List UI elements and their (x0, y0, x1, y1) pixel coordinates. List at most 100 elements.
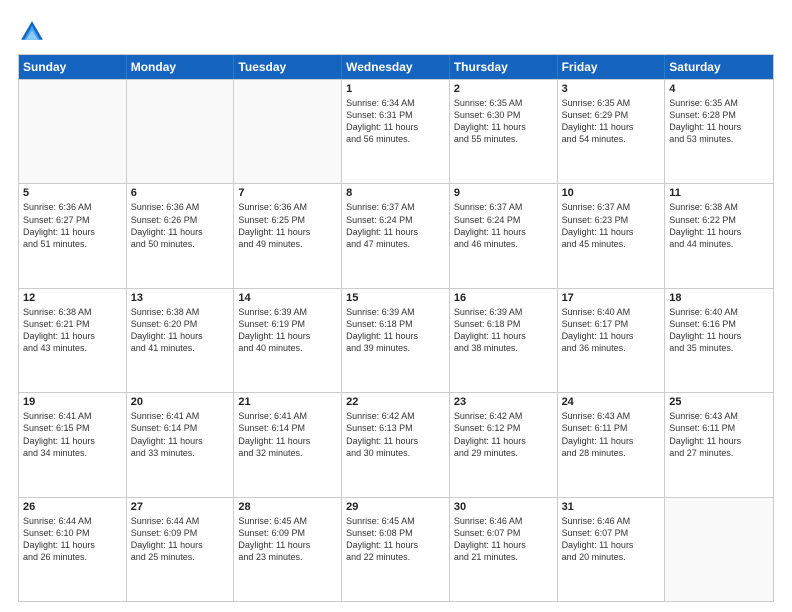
header (18, 18, 774, 46)
cell-info: Sunrise: 6:34 AM Sunset: 6:31 PM Dayligh… (346, 97, 445, 146)
calendar-cell: 4Sunrise: 6:35 AM Sunset: 6:28 PM Daylig… (665, 80, 773, 183)
cell-info: Sunrise: 6:35 AM Sunset: 6:30 PM Dayligh… (454, 97, 553, 146)
calendar-header: SundayMondayTuesdayWednesdayThursdayFrid… (19, 55, 773, 79)
calendar-body: 1 Sunrise: 6:34 AM Sunset: 6:31 PM Daylig… (19, 79, 773, 601)
calendar-cell: 17 Sunrise: 6:40 AM Sunset: 6:17 PM Dayli… (558, 289, 666, 392)
calendar-cell: 7Sunrise: 6:36 AM Sunset: 6:25 PM Daylig… (234, 184, 342, 287)
cell-info: Sunrise: 6:37 AM Sunset: 6:24 PM Dayligh… (346, 201, 445, 250)
day-number: 30 (454, 501, 553, 513)
weekday-header: Monday (127, 55, 235, 79)
logo (18, 18, 50, 46)
day-number: 7 (238, 187, 337, 199)
calendar-cell: 15 Sunrise: 6:39 AM Sunset: 6:18 PM Dayli… (342, 289, 450, 392)
day-number: 26 (23, 501, 122, 513)
calendar-cell: 10Sunrise: 6:37 AM Sunset: 6:23 PM Dayli… (558, 184, 666, 287)
calendar-cell: 26 Sunrise: 6:44 AM Sunset: 6:10 PM Dayli… (19, 498, 127, 601)
day-number: 1 (346, 83, 445, 95)
cell-info: Sunrise: 6:35 AM Sunset: 6:29 PM Dayligh… (562, 97, 661, 146)
cell-info: Sunrise: 6:36 AM Sunset: 6:27 PM Dayligh… (23, 201, 122, 250)
cell-info: Sunrise: 6:38 AM Sunset: 6:22 PM Dayligh… (669, 201, 769, 250)
calendar-cell: 21Sunrise: 6:41 AM Sunset: 6:14 PM Dayli… (234, 393, 342, 496)
day-number: 16 (454, 292, 553, 304)
page: SundayMondayTuesdayWednesdayThursdayFrid… (0, 0, 792, 612)
calendar-cell: 14Sunrise: 6:39 AM Sunset: 6:19 PM Dayli… (234, 289, 342, 392)
calendar-week: 1 Sunrise: 6:34 AM Sunset: 6:31 PM Daylig… (19, 79, 773, 183)
day-number: 11 (669, 187, 769, 199)
calendar-cell: 13 Sunrise: 6:38 AM Sunset: 6:20 PM Dayli… (127, 289, 235, 392)
cell-info: Sunrise: 6:38 AM Sunset: 6:21 PM Dayligh… (23, 306, 122, 355)
day-number: 9 (454, 187, 553, 199)
calendar-cell: 12 Sunrise: 6:38 AM Sunset: 6:21 PM Dayli… (19, 289, 127, 392)
weekday-header: Tuesday (234, 55, 342, 79)
cell-info: Sunrise: 6:42 AM Sunset: 6:13 PM Dayligh… (346, 410, 445, 459)
cell-info: Sunrise: 6:41 AM Sunset: 6:15 PM Dayligh… (23, 410, 122, 459)
calendar-cell: 24 Sunrise: 6:43 AM Sunset: 6:11 PM Dayli… (558, 393, 666, 496)
day-number: 23 (454, 396, 553, 408)
day-number: 15 (346, 292, 445, 304)
cell-info: Sunrise: 6:43 AM Sunset: 6:11 PM Dayligh… (562, 410, 661, 459)
cell-info: Sunrise: 6:39 AM Sunset: 6:18 PM Dayligh… (346, 306, 445, 355)
day-number: 18 (669, 292, 769, 304)
calendar-cell: 3 Sunrise: 6:35 AM Sunset: 6:29 PM Daylig… (558, 80, 666, 183)
day-number: 25 (669, 396, 769, 408)
calendar-cell: 16 Sunrise: 6:39 AM Sunset: 6:18 PM Dayli… (450, 289, 558, 392)
cell-info: Sunrise: 6:43 AM Sunset: 6:11 PM Dayligh… (669, 410, 769, 459)
day-number: 12 (23, 292, 122, 304)
calendar-week: 26 Sunrise: 6:44 AM Sunset: 6:10 PM Dayli… (19, 497, 773, 601)
cell-info: Sunrise: 6:45 AM Sunset: 6:08 PM Dayligh… (346, 515, 445, 564)
calendar-cell: 8 Sunrise: 6:37 AM Sunset: 6:24 PM Daylig… (342, 184, 450, 287)
weekday-header: Thursday (450, 55, 558, 79)
cell-info: Sunrise: 6:37 AM Sunset: 6:24 PM Dayligh… (454, 201, 553, 250)
calendar-cell: 31 Sunrise: 6:46 AM Sunset: 6:07 PM Dayli… (558, 498, 666, 601)
day-number: 20 (131, 396, 230, 408)
cell-info: Sunrise: 6:41 AM Sunset: 6:14 PM Dayligh… (238, 410, 337, 459)
cell-info: Sunrise: 6:46 AM Sunset: 6:07 PM Dayligh… (454, 515, 553, 564)
weekday-header: Sunday (19, 55, 127, 79)
calendar-cell: 2 Sunrise: 6:35 AM Sunset: 6:30 PM Daylig… (450, 80, 558, 183)
cell-info: Sunrise: 6:38 AM Sunset: 6:20 PM Dayligh… (131, 306, 230, 355)
cell-info: Sunrise: 6:39 AM Sunset: 6:18 PM Dayligh… (454, 306, 553, 355)
calendar-cell (127, 80, 235, 183)
calendar: SundayMondayTuesdayWednesdayThursdayFrid… (18, 54, 774, 602)
day-number: 13 (131, 292, 230, 304)
cell-info: Sunrise: 6:44 AM Sunset: 6:09 PM Dayligh… (131, 515, 230, 564)
cell-info: Sunrise: 6:46 AM Sunset: 6:07 PM Dayligh… (562, 515, 661, 564)
cell-info: Sunrise: 6:44 AM Sunset: 6:10 PM Dayligh… (23, 515, 122, 564)
calendar-cell: 25 Sunrise: 6:43 AM Sunset: 6:11 PM Dayli… (665, 393, 773, 496)
cell-info: Sunrise: 6:40 AM Sunset: 6:17 PM Dayligh… (562, 306, 661, 355)
cell-info: Sunrise: 6:39 AM Sunset: 6:19 PM Dayligh… (238, 306, 337, 355)
day-number: 3 (562, 83, 661, 95)
cell-info: Sunrise: 6:40 AM Sunset: 6:16 PM Dayligh… (669, 306, 769, 355)
weekday-header: Wednesday (342, 55, 450, 79)
calendar-cell: 9 Sunrise: 6:37 AM Sunset: 6:24 PM Daylig… (450, 184, 558, 287)
day-number: 2 (454, 83, 553, 95)
calendar-cell: 29 Sunrise: 6:45 AM Sunset: 6:08 PM Dayli… (342, 498, 450, 601)
calendar-cell: 27 Sunrise: 6:44 AM Sunset: 6:09 PM Dayli… (127, 498, 235, 601)
day-number: 17 (562, 292, 661, 304)
calendar-cell: 23 Sunrise: 6:42 AM Sunset: 6:12 PM Dayli… (450, 393, 558, 496)
cell-info: Sunrise: 6:36 AM Sunset: 6:26 PM Dayligh… (131, 201, 230, 250)
calendar-cell: 22 Sunrise: 6:42 AM Sunset: 6:13 PM Dayli… (342, 393, 450, 496)
calendar-week: 12 Sunrise: 6:38 AM Sunset: 6:21 PM Dayli… (19, 288, 773, 392)
day-number: 31 (562, 501, 661, 513)
calendar-cell: 5 Sunrise: 6:36 AM Sunset: 6:27 PM Daylig… (19, 184, 127, 287)
calendar-cell (19, 80, 127, 183)
weekday-header: Friday (558, 55, 666, 79)
calendar-week: 5 Sunrise: 6:36 AM Sunset: 6:27 PM Daylig… (19, 183, 773, 287)
calendar-cell: 28Sunrise: 6:45 AM Sunset: 6:09 PM Dayli… (234, 498, 342, 601)
day-number: 5 (23, 187, 122, 199)
day-number: 19 (23, 396, 122, 408)
cell-info: Sunrise: 6:42 AM Sunset: 6:12 PM Dayligh… (454, 410, 553, 459)
day-number: 22 (346, 396, 445, 408)
day-number: 8 (346, 187, 445, 199)
day-number: 24 (562, 396, 661, 408)
day-number: 29 (346, 501, 445, 513)
weekday-header: Saturday (665, 55, 773, 79)
calendar-cell: 20 Sunrise: 6:41 AM Sunset: 6:14 PM Dayli… (127, 393, 235, 496)
cell-info: Sunrise: 6:41 AM Sunset: 6:14 PM Dayligh… (131, 410, 230, 459)
cell-info: Sunrise: 6:45 AM Sunset: 6:09 PM Dayligh… (238, 515, 337, 564)
day-number: 10 (562, 187, 661, 199)
calendar-cell: 19 Sunrise: 6:41 AM Sunset: 6:15 PM Dayli… (19, 393, 127, 496)
day-number: 27 (131, 501, 230, 513)
calendar-cell (665, 498, 773, 601)
